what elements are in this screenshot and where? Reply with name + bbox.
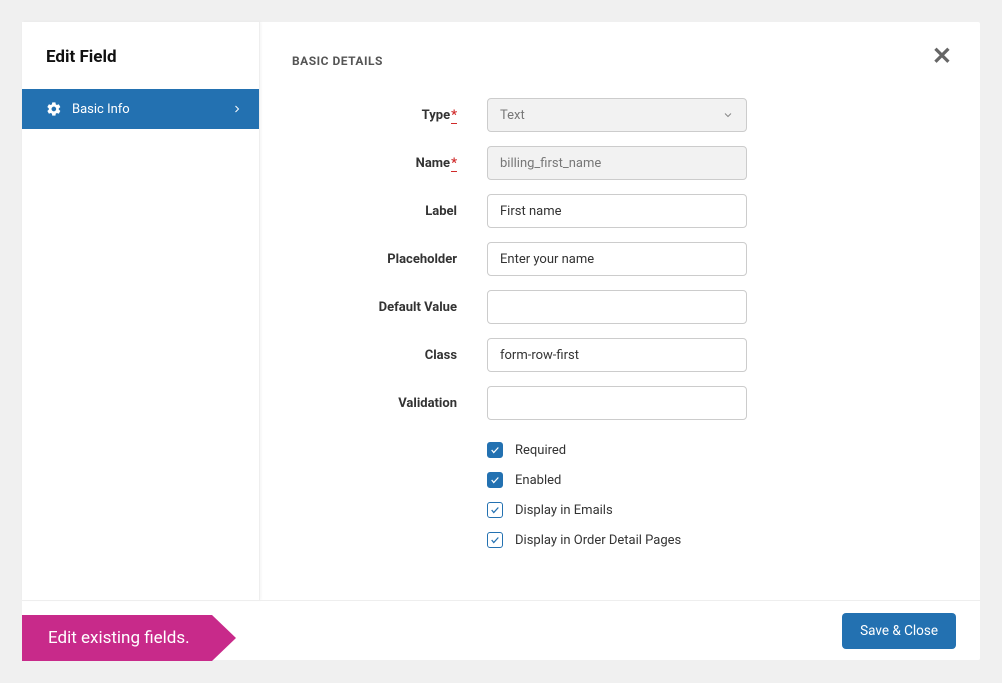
- row-name: Name*: [292, 146, 940, 180]
- validation-input[interactable]: [487, 386, 747, 420]
- checkbox-display-order-pages[interactable]: Display in Order Detail Pages: [487, 532, 940, 548]
- required-marker: *: [451, 108, 457, 124]
- sidebar: Edit Field Basic Info: [22, 22, 260, 600]
- sidebar-title: Edit Field: [22, 22, 259, 89]
- label-name: Name*: [292, 156, 487, 171]
- caption-arrow: [212, 615, 236, 661]
- sidebar-item-label: Basic Info: [72, 102, 130, 117]
- checkbox-box: [487, 502, 503, 518]
- checkbox-box: [487, 532, 503, 548]
- default-value-input[interactable]: [487, 290, 747, 324]
- close-icon[interactable]: ✕: [932, 44, 952, 68]
- row-validation: Validation: [292, 386, 940, 420]
- required-marker: *: [451, 156, 457, 172]
- checkbox-box: [487, 442, 503, 458]
- form-rows: Type* Text Name* Label: [292, 98, 940, 548]
- chevron-right-icon: [231, 103, 243, 115]
- name-input[interactable]: [487, 146, 747, 180]
- type-select[interactable]: Text: [487, 98, 747, 132]
- modal-body: Edit Field Basic Info ✕ BASIC DETAILS Ty…: [22, 22, 980, 600]
- label-default-value: Default Value: [292, 300, 487, 315]
- checkbox-label: Display in Emails: [515, 503, 613, 518]
- sidebar-item-basic-info[interactable]: Basic Info: [22, 89, 259, 129]
- row-type: Type* Text: [292, 98, 940, 132]
- section-heading: BASIC DETAILS: [292, 22, 940, 98]
- checkbox-enabled[interactable]: Enabled: [487, 472, 940, 488]
- checkbox-label: Display in Order Detail Pages: [515, 533, 681, 548]
- label-class: Class: [292, 348, 487, 363]
- checkbox-box: [487, 472, 503, 488]
- label-input[interactable]: [487, 194, 747, 228]
- type-select-value: Text: [500, 108, 525, 123]
- caption-banner: Edit existing fields.: [22, 615, 236, 661]
- placeholder-input[interactable]: [487, 242, 747, 276]
- label-label: Label: [292, 204, 487, 219]
- class-input[interactable]: [487, 338, 747, 372]
- content-pane: ✕ BASIC DETAILS Type* Text Name*: [260, 22, 980, 600]
- checkbox-label: Enabled: [515, 473, 561, 488]
- row-class: Class: [292, 338, 940, 372]
- checkbox-display-emails[interactable]: Display in Emails: [487, 502, 940, 518]
- edit-field-modal: Edit Field Basic Info ✕ BASIC DETAILS Ty…: [22, 22, 980, 660]
- row-label: Label: [292, 194, 940, 228]
- label-placeholder: Placeholder: [292, 252, 487, 267]
- row-placeholder: Placeholder: [292, 242, 940, 276]
- chevron-down-icon: [722, 109, 734, 121]
- gear-icon: [46, 101, 62, 117]
- checkbox-group: Required Enabled Display in Emails Displ…: [487, 442, 940, 548]
- label-validation: Validation: [292, 396, 487, 411]
- label-type: Type*: [292, 108, 487, 123]
- save-close-button[interactable]: Save & Close: [842, 613, 956, 649]
- checkbox-required[interactable]: Required: [487, 442, 940, 458]
- row-default-value: Default Value: [292, 290, 940, 324]
- checkbox-label: Required: [515, 443, 566, 458]
- caption-text: Edit existing fields.: [22, 615, 212, 661]
